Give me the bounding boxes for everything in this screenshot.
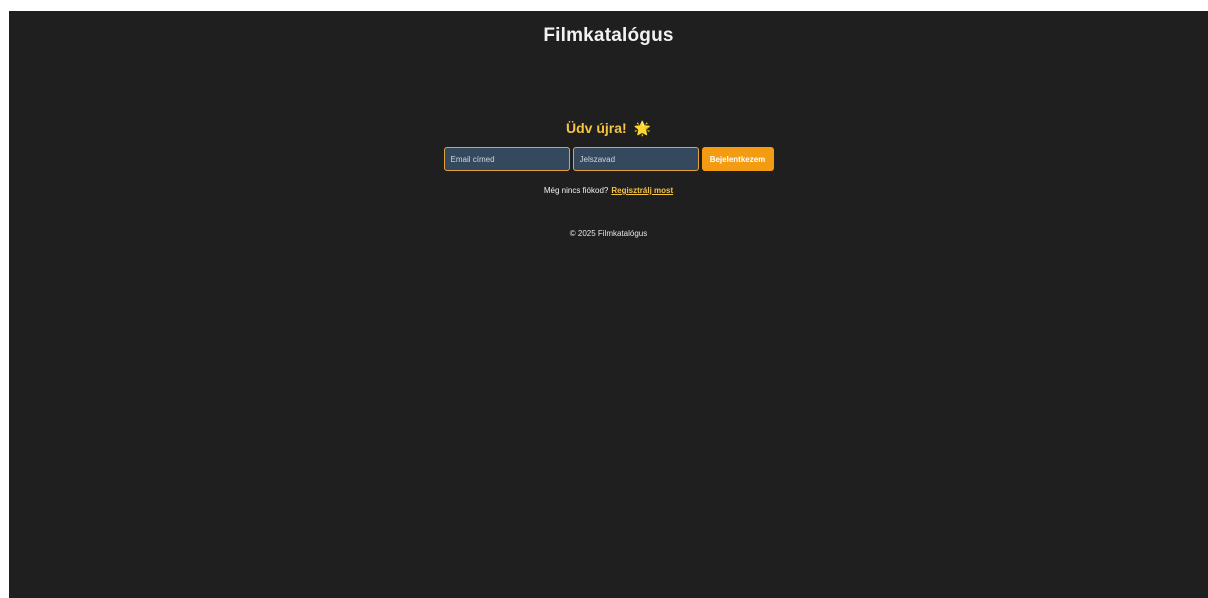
email-field[interactable] bbox=[443, 147, 570, 171]
app-container: Filmkatalógus Üdv újra! 🌟 Bejelentkezem … bbox=[9, 11, 1208, 598]
site-title: Filmkatalógus bbox=[543, 25, 674, 46]
no-account-text: Még nincs fiókod? bbox=[543, 186, 609, 195]
welcome-heading: Üdv újra! 🌟 bbox=[9, 118, 1208, 138]
login-section: Üdv újra! 🌟 Bejelentkezem Még nincs fiók… bbox=[9, 118, 1208, 197]
page-header: Filmkatalógus bbox=[9, 11, 1208, 65]
copyright-text: © 2025 Filmkatalógus bbox=[569, 229, 648, 238]
register-link[interactable]: Regisztrálj most bbox=[611, 186, 673, 195]
password-field[interactable] bbox=[572, 147, 699, 171]
login-form: Bejelentkezem bbox=[9, 147, 1208, 171]
page-footer: © 2025 Filmkatalógus bbox=[9, 228, 1208, 240]
login-button[interactable]: Bejelentkezem bbox=[701, 147, 774, 171]
welcome-text: Üdv újra! bbox=[565, 120, 627, 136]
star-icon: 🌟 bbox=[633, 120, 651, 136]
register-prompt: Még nincs fiókod? Regisztrálj most bbox=[9, 185, 1208, 197]
